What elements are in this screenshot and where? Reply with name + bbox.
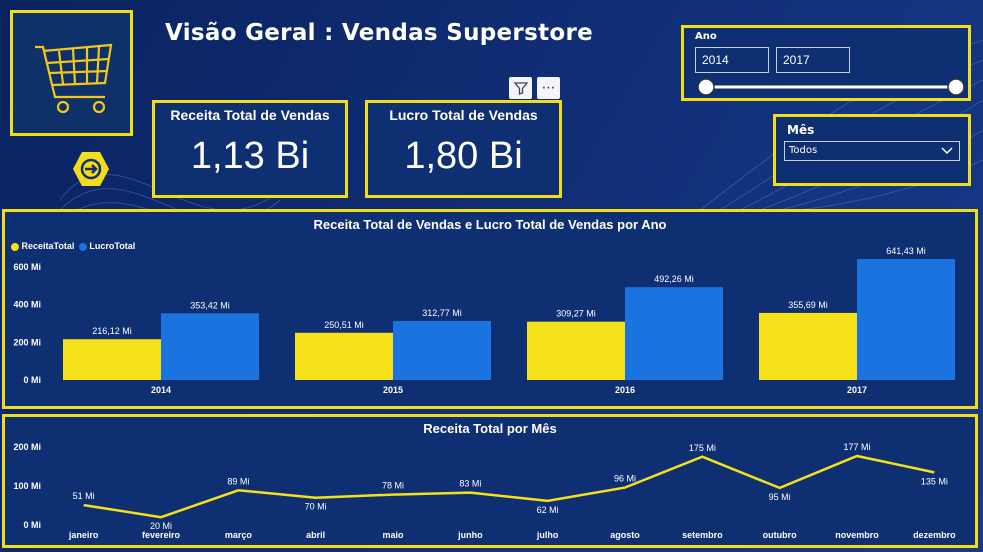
kpi-receita-value: 1,13 Bi (190, 135, 310, 177)
cart-logo-tile (10, 10, 133, 136)
line-data-label: 78 Mi (382, 481, 404, 491)
more-options-button[interactable]: ⋯ (537, 77, 560, 99)
bar-xtick-label: 2015 (383, 385, 403, 395)
line-data-label: 70 Mi (305, 502, 327, 512)
page-title: Visão Geral : Vendas Superstore (165, 20, 594, 46)
bar-xtick-label: 2014 (151, 385, 171, 395)
filter-icon (513, 82, 528, 95)
line-xtick-label: janeiro (68, 530, 99, 540)
bar-receitatotal-2015[interactable] (295, 332, 393, 380)
line-xtick-label: setembro (682, 530, 723, 540)
month-dropdown-value: Todos (789, 145, 818, 156)
line-chart-panel[interactable]: Receita Total por Mês 0 Mi 100 Mi 200 Mi 51… (2, 414, 978, 548)
bar-data-label: 355,69 Mi (788, 300, 828, 310)
line-xtick-label: novembro (835, 530, 879, 540)
line-xtick-label: outubro (763, 530, 797, 540)
line-series-receita[interactable] (83, 454, 935, 519)
kpi-receita-card[interactable]: Receita Total de Vendas 1,13 Bi (152, 100, 348, 198)
slider-end-handle[interactable] (947, 78, 965, 96)
line-xtick-label: agosto (610, 530, 640, 540)
line-xtick-label: maio (382, 530, 404, 540)
bar-xtick-label: 2017 (847, 385, 867, 395)
year-end-input[interactable]: 2017 (776, 47, 850, 73)
bar-data-label: 312,77 Mi (422, 308, 462, 318)
month-slicer: Mês Todos (773, 114, 971, 186)
line-data-label: 177 Mi (843, 442, 870, 452)
line-xtick-label: junho (457, 530, 483, 540)
next-page-button[interactable] (72, 150, 110, 188)
line-xtick-label: julho (536, 530, 559, 540)
line-xtick-label: abril (306, 530, 325, 540)
line-ytick-label: 0 Mi (23, 520, 41, 530)
line-xtick-label: fevereiro (142, 530, 181, 540)
kpi-lucro-card[interactable]: Lucro Total de Vendas 1,80 Bi (365, 100, 562, 198)
bar-receitatotal-2016[interactable] (527, 321, 625, 380)
bar-lucrototal-2016[interactable] (625, 287, 723, 380)
shopping-cart-icon (35, 43, 113, 114)
bar-lucrototal-2017[interactable] (857, 259, 955, 380)
bar-data-label: 250,51 Mi (324, 320, 364, 330)
bar-chart-panel[interactable]: Receita Total de Vendas e Lucro Total de… (2, 209, 978, 409)
line-data-label: 175 Mi (689, 443, 716, 453)
bar-chart-plot: 0 Mi 200 Mi 400 Mi 600 Mi 216,12 Mi 353,42 Mi… (13, 246, 955, 395)
bar-ytick-label: 0 Mi (23, 375, 41, 385)
line-data-label: 95 Mi (769, 492, 791, 502)
kpi-lucro-label: Lucro Total de Vendas (389, 107, 538, 123)
line-ytick-label: 200 Mi (13, 442, 41, 452)
bar-ytick-label: 600 Mi (13, 262, 41, 272)
bar-receitatotal-2014[interactable] (63, 339, 161, 380)
ellipsis-icon: ⋯ (541, 80, 556, 96)
bar-receitatotal-2017[interactable] (759, 312, 857, 380)
line-xtick-label: março (225, 530, 253, 540)
kpi-lucro-value: 1,80 Bi (404, 135, 523, 177)
bar-data-label: 641,43 Mi (886, 246, 926, 256)
bar-ytick-label: 400 Mi (13, 300, 41, 310)
year-range-slider[interactable] (684, 74, 968, 98)
line-data-label: 83 Mi (459, 479, 481, 489)
bar-lucrototal-2015[interactable] (393, 321, 491, 380)
line-ytick-label: 100 Mi (13, 481, 41, 491)
slider-start-handle[interactable] (697, 78, 715, 96)
year-slicer: Ano 2014 2017 (681, 25, 971, 101)
line-data-label: 96 Mi (614, 474, 636, 484)
chevron-down-icon (941, 147, 953, 155)
kpi-receita-label: Receita Total de Vendas (170, 107, 330, 123)
bar-ytick-label: 200 Mi (13, 337, 41, 347)
bar-data-label: 492,26 Mi (654, 274, 694, 284)
bar-lucrototal-2014[interactable] (161, 313, 259, 380)
line-xtick-label: dezembro (913, 530, 956, 540)
bar-data-label: 353,42 Mi (190, 300, 230, 310)
filter-button[interactable] (509, 77, 532, 99)
bar-data-label: 216,12 Mi (92, 326, 132, 336)
year-start-input[interactable]: 2014 (695, 47, 769, 73)
month-dropdown[interactable]: Todos (784, 141, 960, 161)
line-data-label: 51 Mi (73, 491, 95, 501)
bar-xtick-label: 2016 (615, 385, 635, 395)
line-data-label: 89 Mi (227, 476, 249, 486)
line-data-label: 135 Mi (921, 476, 948, 486)
bar-data-label: 309,27 Mi (556, 309, 596, 319)
line-data-label: 62 Mi (537, 505, 559, 515)
month-slicer-label: Mês (787, 123, 815, 137)
year-slicer-label: Ano (695, 31, 717, 42)
line-chart-plot: 0 Mi100 Mi200 Mi51 Mijaneiro20 Mifeverei… (13, 442, 956, 540)
